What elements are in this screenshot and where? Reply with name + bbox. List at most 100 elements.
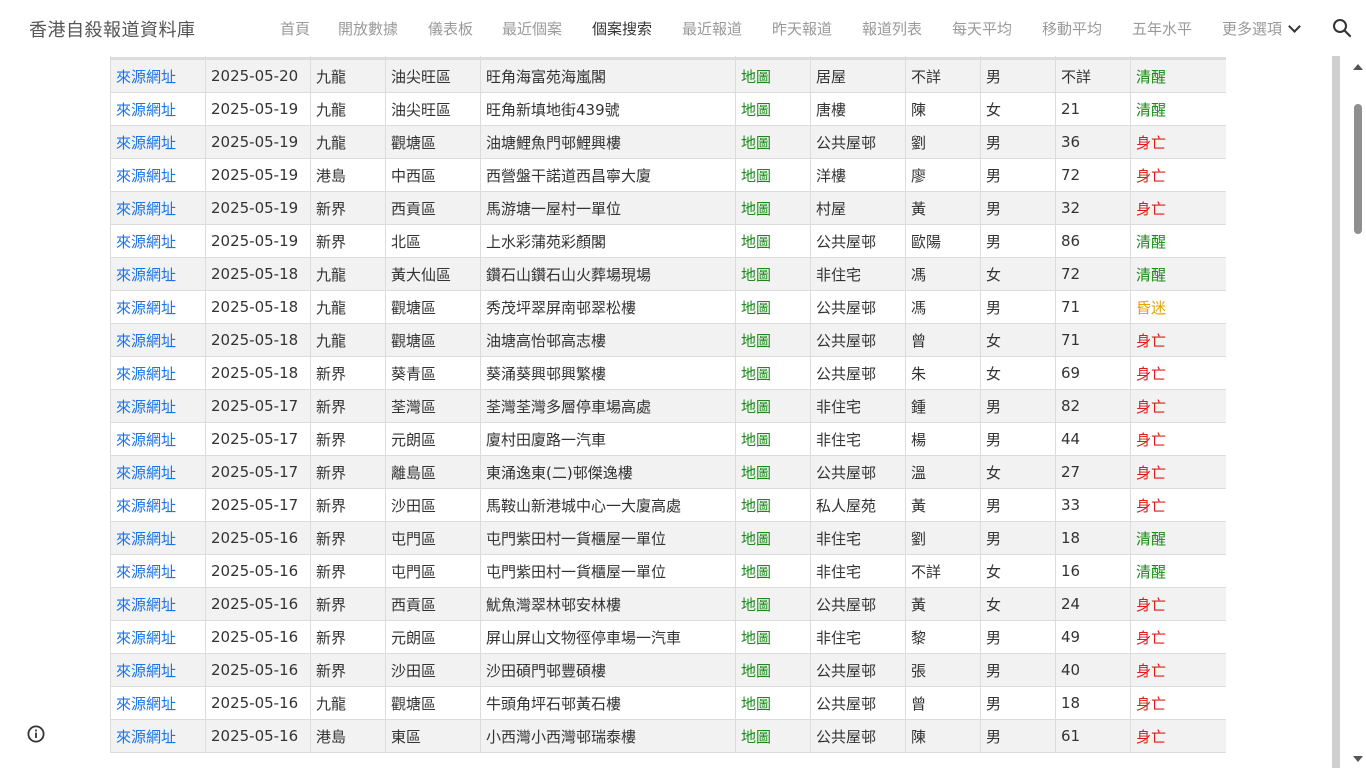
nav-item-5[interactable]: 最近報道 <box>682 19 742 39</box>
cell-gender: 女 <box>980 257 1056 291</box>
map-link[interactable]: 地圖 <box>735 290 811 324</box>
cell-building-type: 唐樓 <box>810 92 906 126</box>
scrollbar-thumb[interactable] <box>1354 104 1362 234</box>
map-link[interactable]: 地圖 <box>735 521 811 555</box>
map-link[interactable]: 地圖 <box>735 389 811 423</box>
cell-region: 新界 <box>310 620 386 654</box>
source-link[interactable]: 來源網址 <box>110 224 206 258</box>
cell-gender: 女 <box>980 323 1056 357</box>
nav-item-9[interactable]: 移動平均 <box>1042 19 1102 39</box>
map-link[interactable]: 地圖 <box>735 554 811 588</box>
map-link[interactable]: 地圖 <box>735 620 811 654</box>
cell-address: 西營盤干諾道西昌寧大廈 <box>480 158 736 192</box>
cell-address: 馬鞍山新港城中心一大廈高處 <box>480 488 736 522</box>
cell-district: 荃灣區 <box>385 389 481 423</box>
source-link[interactable]: 來源網址 <box>110 58 206 93</box>
nav-item-10[interactable]: 五年水平 <box>1132 19 1192 39</box>
map-link[interactable]: 地圖 <box>735 422 811 456</box>
source-link[interactable]: 來源網址 <box>110 323 206 357</box>
source-link[interactable]: 來源網址 <box>110 191 206 225</box>
source-link[interactable]: 來源網址 <box>110 719 206 753</box>
map-link[interactable]: 地圖 <box>735 653 811 687</box>
source-link[interactable]: 來源網址 <box>110 92 206 126</box>
cell-region: 九龍 <box>310 290 386 324</box>
source-link[interactable]: 來源網址 <box>110 587 206 621</box>
cell-date: 2025-05-20 <box>205 58 311 93</box>
cell-age: 71 <box>1055 323 1131 357</box>
table-row: 來源網址 2025-05-19 港島 中西區 西營盤干諾道西昌寧大廈 地圖 洋樓廖男 72 身亡 <box>110 158 1226 192</box>
map-link[interactable]: 地圖 <box>735 158 811 192</box>
cell-date: 2025-05-18 <box>205 356 311 390</box>
page-scrollbar-track[interactable] <box>1332 56 1340 768</box>
cell-age: 21 <box>1055 92 1131 126</box>
map-link[interactable]: 地圖 <box>735 356 811 390</box>
cell-district: 西貢區 <box>385 587 481 621</box>
map-link[interactable]: 地圖 <box>735 455 811 489</box>
case-table: 來源網址 2025-05-20 九龍 油尖旺區 旺角海富苑海嵐閣 地圖 居屋 不詳男不詳 清醒來… <box>110 45 1226 753</box>
cell-region: 新界 <box>310 224 386 258</box>
cell-district: 屯門區 <box>385 521 481 555</box>
cell-region: 九龍 <box>310 58 386 93</box>
nav-item-0[interactable]: 首頁 <box>280 19 310 39</box>
map-link[interactable]: 地圖 <box>735 191 811 225</box>
cell-gender: 男 <box>980 488 1056 522</box>
source-link[interactable]: 來源網址 <box>110 620 206 654</box>
cell-date: 2025-05-19 <box>205 191 311 225</box>
map-link[interactable]: 地圖 <box>735 224 811 258</box>
source-link[interactable]: 來源網址 <box>110 290 206 324</box>
cell-gender: 男 <box>980 521 1056 555</box>
map-link[interactable]: 地圖 <box>735 58 811 93</box>
map-link[interactable]: 地圖 <box>735 488 811 522</box>
table-scrollbar[interactable] <box>1349 56 1366 768</box>
map-link[interactable]: 地圖 <box>735 719 811 753</box>
info-icon[interactable] <box>27 725 45 743</box>
site-title[interactable]: 香港自殺報道資料庫 <box>29 16 196 42</box>
table-row: 來源網址 2025-05-16 港島 東區 小西灣小西灣邨瑞泰樓 地圖 公共屋邨陳男 61 身亡 <box>110 719 1226 753</box>
source-link[interactable]: 來源網址 <box>110 356 206 390</box>
cell-age: 69 <box>1055 356 1131 390</box>
map-link[interactable]: 地圖 <box>735 92 811 126</box>
map-link[interactable]: 地圖 <box>735 257 811 291</box>
nav-item-11[interactable]: 更多選項 <box>1222 19 1301 39</box>
nav-item-7[interactable]: 報道列表 <box>862 19 922 39</box>
nav-item-6[interactable]: 昨天報道 <box>772 19 832 39</box>
cell-address: 牛頭角坪石邨黃石樓 <box>480 686 736 720</box>
source-link[interactable]: 來源網址 <box>110 455 206 489</box>
nav-item-8[interactable]: 每天平均 <box>952 19 1012 39</box>
cell-surname: 張 <box>905 653 981 687</box>
map-link[interactable]: 地圖 <box>735 686 811 720</box>
cell-region: 九龍 <box>310 323 386 357</box>
nav-item-4[interactable]: 個案搜索 <box>592 19 652 39</box>
scroll-up-arrow-icon[interactable] <box>1353 64 1363 70</box>
cell-age: 18 <box>1055 521 1131 555</box>
source-link[interactable]: 來源網址 <box>110 521 206 555</box>
source-link[interactable]: 來源網址 <box>110 257 206 291</box>
source-link[interactable]: 來源網址 <box>110 422 206 456</box>
search-icon[interactable] <box>1332 18 1352 38</box>
map-link[interactable]: 地圖 <box>735 125 811 159</box>
source-link[interactable]: 來源網址 <box>110 125 206 159</box>
nav-item-1[interactable]: 開放數據 <box>338 19 398 39</box>
nav-item-3[interactable]: 最近個案 <box>502 19 562 39</box>
map-link[interactable]: 地圖 <box>735 587 811 621</box>
cell-status: 身亡 <box>1130 686 1226 720</box>
cell-building-type: 非住宅 <box>810 389 906 423</box>
source-link[interactable]: 來源網址 <box>110 158 206 192</box>
map-link[interactable]: 地圖 <box>735 323 811 357</box>
cell-region: 新界 <box>310 422 386 456</box>
cell-surname: 曾 <box>905 323 981 357</box>
source-link[interactable]: 來源網址 <box>110 686 206 720</box>
source-link[interactable]: 來源網址 <box>110 653 206 687</box>
cell-age: 24 <box>1055 587 1131 621</box>
cell-date: 2025-05-16 <box>205 521 311 555</box>
cell-region: 新界 <box>310 653 386 687</box>
cell-region: 新界 <box>310 455 386 489</box>
cell-gender: 女 <box>980 554 1056 588</box>
cell-age: 18 <box>1055 686 1131 720</box>
cell-region: 九龍 <box>310 686 386 720</box>
source-link[interactable]: 來源網址 <box>110 488 206 522</box>
nav-item-2[interactable]: 儀表板 <box>428 19 473 39</box>
scroll-down-arrow-icon[interactable] <box>1353 756 1363 762</box>
source-link[interactable]: 來源網址 <box>110 389 206 423</box>
source-link[interactable]: 來源網址 <box>110 554 206 588</box>
